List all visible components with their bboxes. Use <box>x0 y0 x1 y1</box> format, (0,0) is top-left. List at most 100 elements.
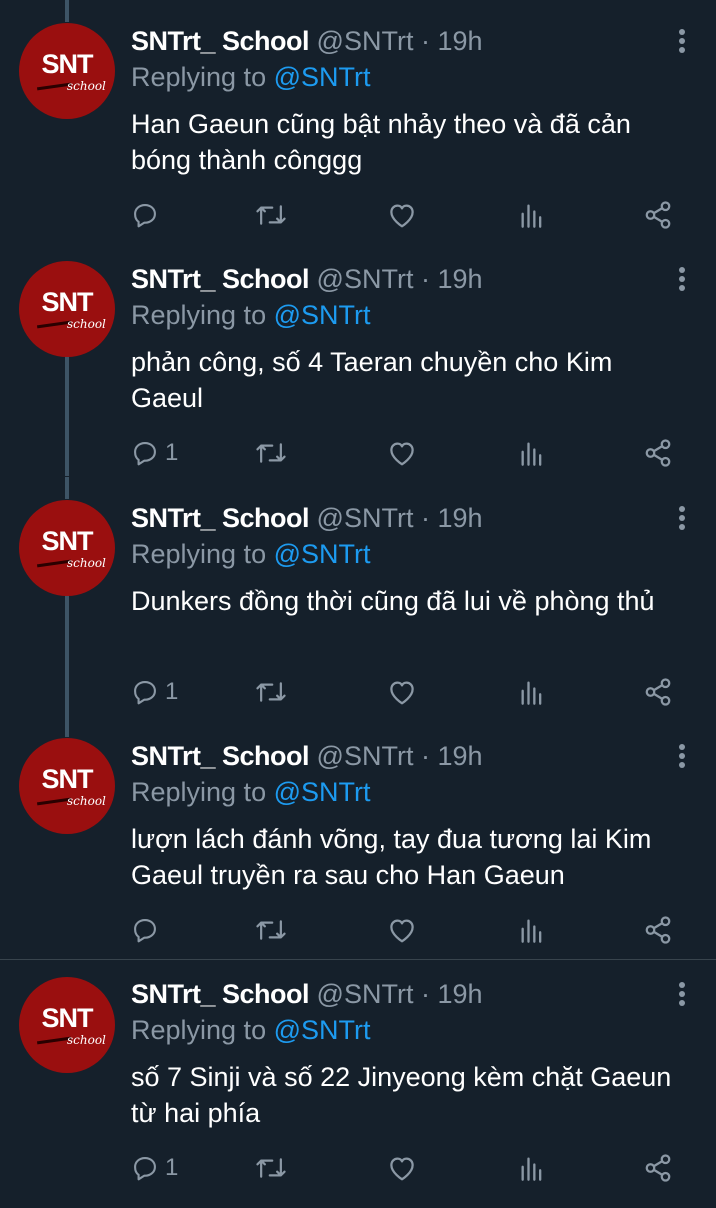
analytics-button[interactable] <box>519 197 545 233</box>
like-button[interactable] <box>387 912 417 948</box>
retweet-icon <box>256 205 286 225</box>
tweet-text: lượn lách đánh võng, tay đua tương lai K… <box>131 824 652 890</box>
display-name[interactable]: SNTrt_ School <box>131 741 310 771</box>
tweet[interactable]: SNT school SNTrt_ School @SNTrt · 19h Re… <box>0 715 716 960</box>
avatar-logo-subtext: school <box>67 79 106 93</box>
user-handle[interactable]: @SNTrt <box>317 264 414 294</box>
avatar[interactable]: SNT school <box>19 23 115 119</box>
user-handle[interactable]: @SNTrt <box>317 741 414 771</box>
retweet-button[interactable] <box>255 674 287 710</box>
reply-icon <box>134 681 156 705</box>
reply-count: 1 <box>165 439 179 466</box>
thread-line <box>65 575 69 715</box>
share-button[interactable] <box>643 912 673 948</box>
retweet-icon <box>256 682 286 702</box>
analytics-button[interactable] <box>519 435 545 471</box>
avatar-logo-subtext: school <box>67 794 106 808</box>
like-button[interactable] <box>387 1150 417 1186</box>
heart-icon <box>390 919 414 943</box>
reply-button[interactable]: 1 <box>131 674 178 710</box>
separator-dot: · <box>420 26 430 56</box>
display-name[interactable]: SNTrt_ School <box>131 979 310 1009</box>
avatar[interactable]: SNT school <box>19 261 115 357</box>
timestamp[interactable]: 19h <box>437 26 482 56</box>
avatar[interactable]: SNT school <box>19 738 115 834</box>
tweet[interactable]: SNT school SNTrt_ School @SNTrt · 19h Re… <box>0 0 716 238</box>
analytics-icon <box>521 681 542 705</box>
reply-count: 1 <box>165 678 179 705</box>
share-button[interactable] <box>643 435 673 471</box>
analytics-button[interactable] <box>519 912 545 948</box>
like-button[interactable] <box>387 674 417 710</box>
like-button[interactable] <box>387 197 417 233</box>
user-handle[interactable]: @SNTrt <box>317 503 414 533</box>
tweet-text: Dunkers đồng thời cũng đã lui về phòng t… <box>131 586 655 616</box>
reply-button[interactable]: 1 <box>131 1150 178 1186</box>
more-vertical-icon[interactable] <box>678 28 686 54</box>
avatar-logo-stroke <box>36 82 72 91</box>
tweet-header: SNTrt_ School @SNTrt · 19h <box>131 262 483 296</box>
replying-to-handle[interactable]: @SNTrt <box>274 300 371 330</box>
reply-count: 1 <box>165 1154 179 1181</box>
analytics-button[interactable] <box>519 674 545 710</box>
avatar-logo-text: SNT <box>41 764 94 794</box>
avatar[interactable]: SNT school <box>19 977 115 1073</box>
reply-button[interactable]: 1 <box>131 435 178 471</box>
analytics-icon <box>521 919 542 943</box>
retweet-button[interactable] <box>255 1150 287 1186</box>
heart-icon <box>390 681 414 705</box>
tweet[interactable]: SNT school SNTrt_ School @SNTrt · 19h Re… <box>0 961 716 1208</box>
replying-to-handle[interactable]: @SNTrt <box>274 62 371 92</box>
reply-button[interactable] <box>131 197 165 233</box>
avatar-logo-stroke <box>36 1036 72 1045</box>
thread-line <box>65 336 69 476</box>
replying-to-handle[interactable]: @SNTrt <box>274 539 371 569</box>
tweet[interactable]: SNT school SNTrt_ School @SNTrt · 19h Re… <box>0 238 716 476</box>
user-handle[interactable]: @SNTrt <box>317 26 414 56</box>
separator-dot: · <box>420 503 430 533</box>
more-vertical-icon[interactable] <box>678 505 686 531</box>
retweet-button[interactable] <box>255 912 287 948</box>
reply-icon <box>134 442 156 466</box>
more-vertical-icon[interactable] <box>678 981 686 1007</box>
replying-to: Replying to @SNTrt <box>131 537 371 571</box>
replying-to-label: Replying to <box>131 539 274 569</box>
display-name[interactable]: SNTrt_ School <box>131 26 310 56</box>
share-icon <box>645 916 671 944</box>
share-button[interactable] <box>643 1150 673 1186</box>
tweet[interactable]: SNT school SNTrt_ School @SNTrt · 19h Re… <box>0 477 716 715</box>
timestamp[interactable]: 19h <box>437 264 482 294</box>
more-vertical-icon[interactable] <box>678 266 686 292</box>
retweet-button[interactable] <box>255 435 287 471</box>
thread-line <box>65 715 69 737</box>
heart-icon <box>390 442 414 466</box>
more-vertical-icon[interactable] <box>678 743 686 769</box>
replying-to-label: Replying to <box>131 62 274 92</box>
avatar-logo-subtext: school <box>67 317 106 331</box>
tweet-header: SNTrt_ School @SNTrt · 19h <box>131 977 483 1011</box>
display-name[interactable]: SNTrt_ School <box>131 503 310 533</box>
separator-dot: · <box>420 741 430 771</box>
share-button[interactable] <box>643 674 673 710</box>
tweet-actions: 1 <box>131 674 691 710</box>
retweet-icon <box>256 1158 286 1178</box>
replying-to: Replying to @SNTrt <box>131 775 371 809</box>
analytics-button[interactable] <box>519 1150 545 1186</box>
timestamp[interactable]: 19h <box>437 979 482 1009</box>
analytics-icon <box>521 442 542 466</box>
like-button[interactable] <box>387 435 417 471</box>
display-name[interactable]: SNTrt_ School <box>131 264 310 294</box>
user-handle[interactable]: @SNTrt <box>317 979 414 1009</box>
timestamp[interactable]: 19h <box>437 741 482 771</box>
share-icon <box>645 201 671 229</box>
share-button[interactable] <box>643 197 673 233</box>
retweet-button[interactable] <box>255 197 287 233</box>
reply-button[interactable] <box>131 912 165 948</box>
replying-to-handle[interactable]: @SNTrt <box>274 1015 371 1045</box>
replying-to-handle[interactable]: @SNTrt <box>274 777 371 807</box>
avatar[interactable]: SNT school <box>19 500 115 596</box>
thread-line <box>65 477 69 499</box>
timestamp[interactable]: 19h <box>437 503 482 533</box>
reply-icon <box>134 1157 156 1181</box>
tweet-text: số 7 Sinji và số 22 Jinyeong kèm chặt Ga… <box>131 1062 672 1128</box>
